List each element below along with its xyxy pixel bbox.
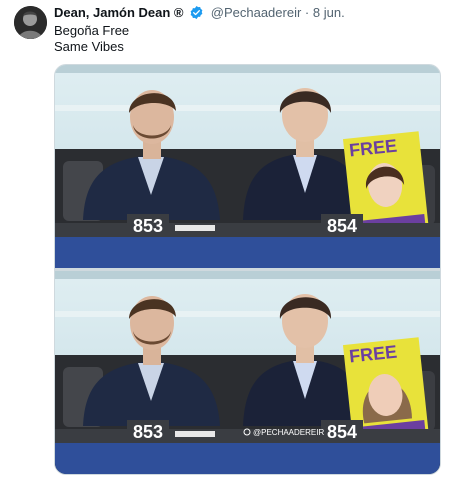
seat-number-left: 853 xyxy=(133,422,163,442)
tweet[interactable]: Dean, Jamón Dean ® @Pechaadereir · 8 jun… xyxy=(0,0,475,477)
seat-number-right: 854 xyxy=(327,216,357,236)
seat-number-left: 853 xyxy=(133,216,163,236)
media-image-bottom[interactable]: FREE 853 854 @PECHAADEREIR xyxy=(55,271,440,474)
tweet-header: Dean, Jamón Dean ® @Pechaadereir · 8 jun… xyxy=(54,5,345,24)
handle[interactable]: @Pechaadereir xyxy=(211,5,302,20)
display-name[interactable]: Dean, Jamón Dean ® xyxy=(54,5,184,20)
tweet-text-line-1: Begoña Free xyxy=(54,23,130,38)
tweet-text-line-2: Same Vibes xyxy=(54,39,124,54)
separator-dot: · xyxy=(304,5,310,20)
seat-number-right: 854 xyxy=(327,422,357,442)
verified-badge-icon xyxy=(189,5,204,24)
timestamp[interactable]: 8 jun. xyxy=(313,5,345,20)
avatar[interactable] xyxy=(14,6,47,39)
tweet-media[interactable]: FREE 853 854 FREE 853 854 @PECHAADEREIR xyxy=(54,64,441,475)
media-image-top[interactable]: FREE 853 854 xyxy=(55,65,440,268)
watermark: @PECHAADEREIR xyxy=(253,428,324,437)
